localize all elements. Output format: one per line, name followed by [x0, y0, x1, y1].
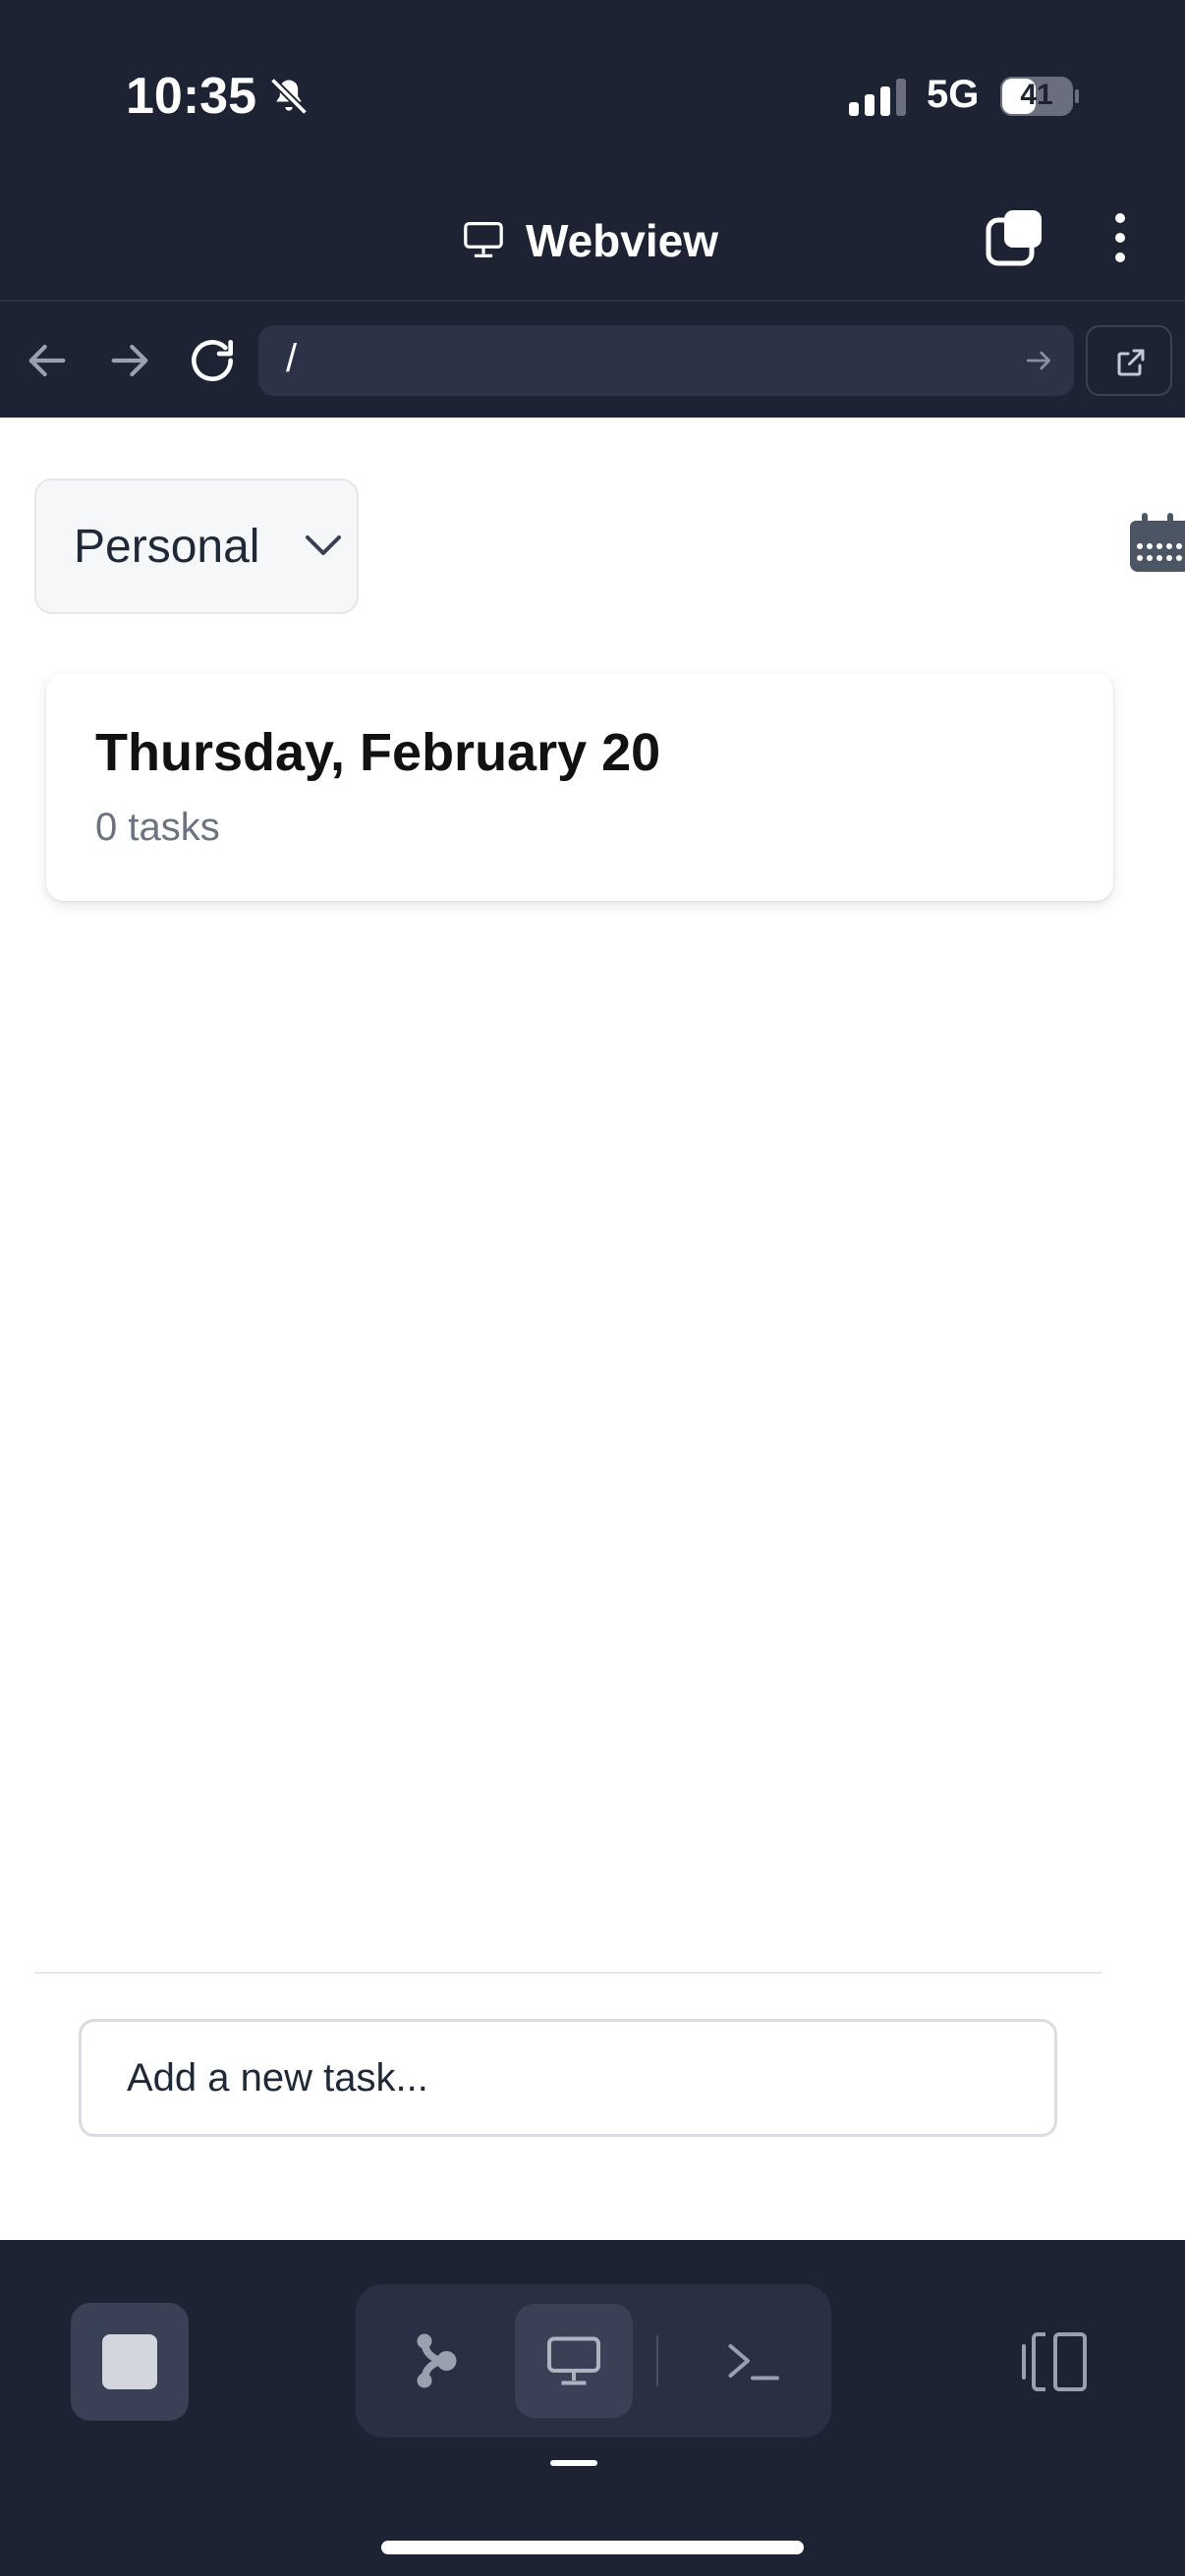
new-task-input[interactable]	[79, 2019, 1057, 2137]
mode-webview-button[interactable]	[515, 2304, 633, 2418]
stop-button[interactable]	[71, 2303, 189, 2421]
panel-toggle-icon[interactable]	[1020, 2330, 1089, 2393]
tabs-icon[interactable]	[985, 208, 1044, 267]
reload-icon[interactable]	[185, 333, 240, 388]
external-link-icon	[1117, 349, 1145, 376]
stop-icon	[102, 2334, 157, 2389]
list-selector-label: Personal	[74, 521, 260, 573]
signal-icon	[849, 79, 906, 116]
open-external-button[interactable]	[1086, 325, 1172, 396]
status-time: 10:35	[126, 68, 256, 125]
back-arrow-icon[interactable]	[20, 333, 75, 388]
monitor-icon	[464, 221, 503, 257]
network-label: 5G	[927, 73, 980, 116]
home-indicator[interactable]	[381, 2541, 804, 2554]
mode-branch-button[interactable]	[375, 2304, 493, 2418]
mode-switcher	[356, 2284, 831, 2437]
monitor-icon	[547, 2336, 600, 2385]
divider	[34, 1972, 1101, 1974]
forward-arrow-icon[interactable]	[102, 333, 157, 388]
bell-slash-icon	[269, 77, 309, 116]
battery-percent: 41	[1020, 79, 1053, 111]
browser-nav-bar: /	[0, 300, 1185, 418]
webview-content: Personal Thursday, February 20 0 tasks	[0, 418, 1185, 2240]
day-title: Thursday, February 20	[95, 723, 661, 782]
list-selector[interactable]: Personal	[34, 478, 359, 614]
terminal-icon	[728, 2344, 779, 2380]
day-card[interactable]: Thursday, February 20 0 tasks	[46, 673, 1113, 901]
url-text[interactable]: /	[286, 337, 297, 381]
drawer-handle[interactable]	[550, 2460, 597, 2466]
mode-terminal-button[interactable]	[694, 2304, 812, 2418]
more-vertical-icon[interactable]	[1100, 208, 1140, 267]
page-title: Webview	[526, 215, 718, 266]
battery-icon: 41	[1000, 77, 1079, 116]
calendar-icon[interactable]	[1128, 511, 1185, 574]
chevron-down-icon	[306, 535, 341, 555]
top-chrome: 10:35 5G 41 Webview	[0, 0, 1185, 300]
go-arrow-icon[interactable]	[1023, 345, 1054, 376]
branch-icon	[417, 2333, 457, 2388]
mode-separator	[656, 2335, 658, 2386]
url-bar[interactable]: /	[258, 325, 1074, 396]
task-count: 0 tasks	[95, 806, 220, 849]
bottom-toolbar	[0, 2240, 1185, 2576]
